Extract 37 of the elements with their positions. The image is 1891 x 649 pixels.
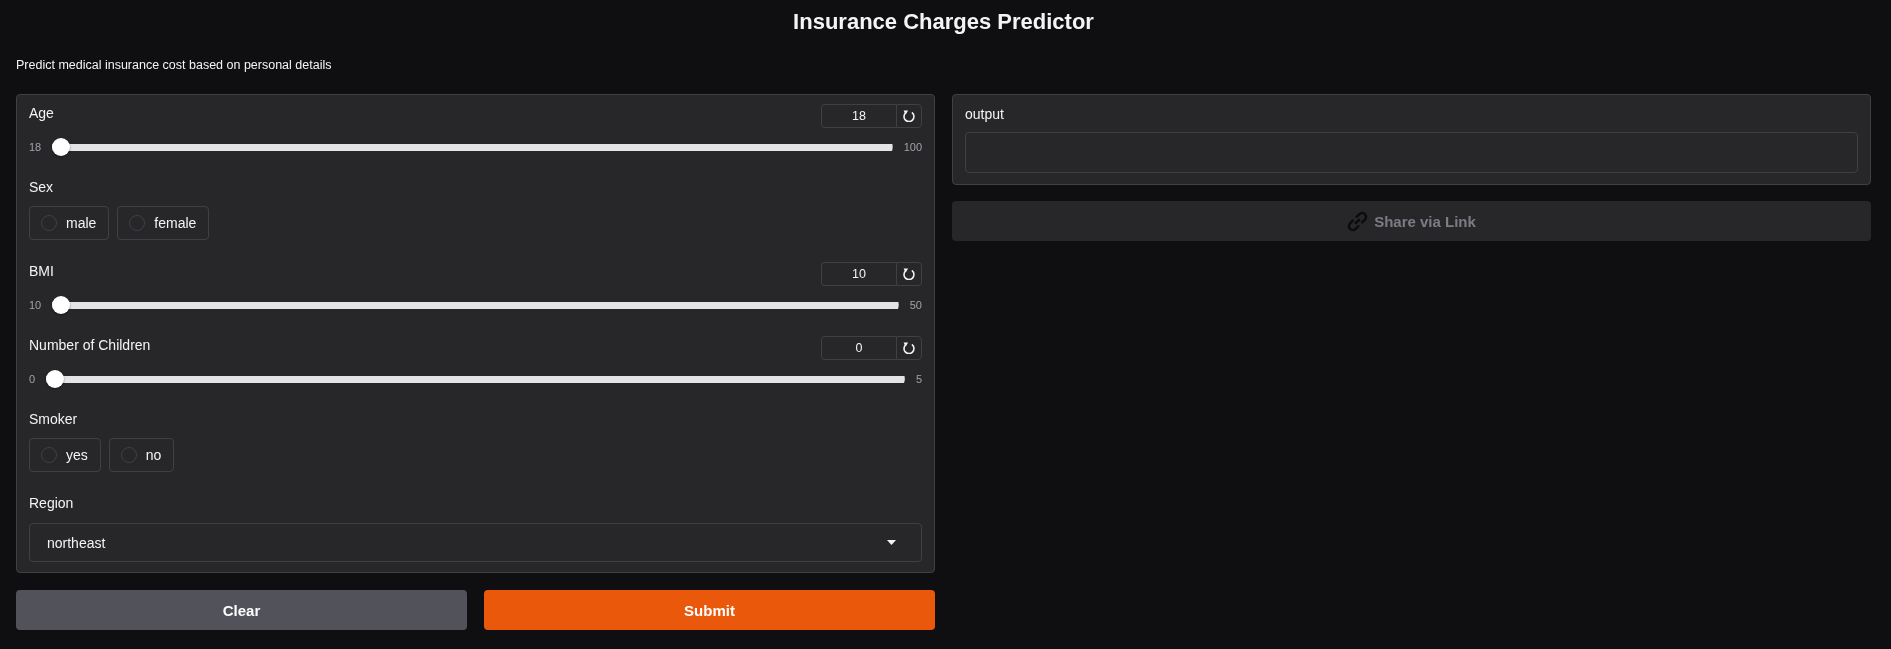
clear-button[interactable]: Clear bbox=[16, 590, 467, 630]
field-label: Number of Children bbox=[29, 336, 151, 354]
radio-option[interactable]: no bbox=[108, 438, 175, 472]
field-label: Smoker bbox=[29, 410, 78, 428]
reset-icon bbox=[903, 268, 915, 280]
field-label: Age bbox=[29, 104, 54, 122]
field-label: Sex bbox=[29, 178, 54, 196]
dropdown[interactable]: northeast bbox=[29, 523, 922, 562]
reset-button[interactable] bbox=[896, 104, 922, 128]
radio-option[interactable]: yes bbox=[29, 438, 101, 472]
min-value: 18 bbox=[29, 140, 42, 154]
reset-button[interactable] bbox=[896, 262, 922, 286]
slider-thumb[interactable] bbox=[46, 370, 65, 388]
page-description: Predict medical insurance cost based on personal details bbox=[16, 57, 333, 73]
number-field[interactable]: 10 bbox=[821, 262, 896, 286]
radio-option[interactable]: male bbox=[29, 206, 110, 240]
field-label: output bbox=[965, 105, 1004, 123]
max-value: 100 bbox=[903, 140, 922, 154]
reset-button[interactable] bbox=[896, 336, 922, 360]
field-label: BMI bbox=[29, 262, 54, 280]
slider-thumb[interactable] bbox=[52, 138, 71, 156]
link-icon bbox=[1347, 210, 1369, 232]
caret-icon bbox=[887, 540, 896, 545]
reset-icon bbox=[903, 342, 915, 354]
max-value: 50 bbox=[909, 298, 922, 312]
slider-thumb[interactable] bbox=[52, 296, 71, 314]
output-field[interactable] bbox=[965, 132, 1858, 173]
number-field[interactable]: 18 bbox=[821, 104, 896, 128]
radio-option[interactable]: female bbox=[117, 206, 210, 240]
page-title: Insurance Charges Predictor bbox=[792, 8, 1095, 36]
min-value: 10 bbox=[29, 298, 42, 312]
min-value: 0 bbox=[29, 372, 36, 386]
reset-icon bbox=[903, 110, 915, 122]
submit-button[interactable]: Submit bbox=[484, 590, 935, 630]
number-field[interactable]: 0 bbox=[821, 336, 896, 360]
max-value: 5 bbox=[915, 372, 922, 386]
field-label: Region bbox=[29, 494, 74, 512]
